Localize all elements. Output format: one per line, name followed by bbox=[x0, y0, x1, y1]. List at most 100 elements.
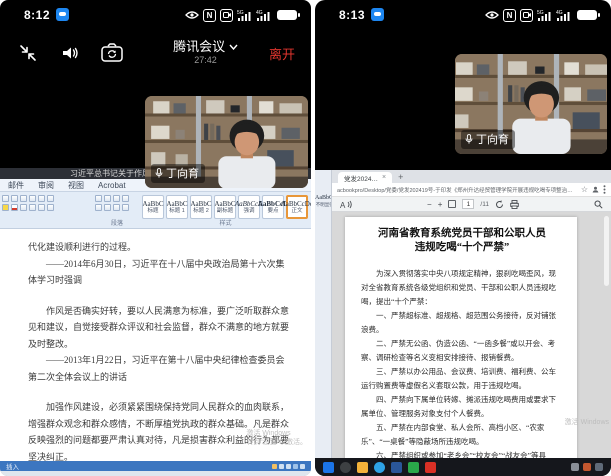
pdf-app-icon[interactable] bbox=[425, 462, 436, 473]
menu-dots-icon[interactable] bbox=[603, 185, 606, 194]
speaker-icon[interactable] bbox=[58, 41, 82, 65]
tray-icon[interactable] bbox=[595, 463, 603, 471]
clear-format-icon[interactable] bbox=[47, 195, 54, 202]
pdf-viewport[interactable]: 河南省教育系统党员干部和公职人员 违规吃喝“十个严禁” 为深入贯彻落实中央八项规… bbox=[332, 212, 611, 458]
pdf-page-controls: − + 1 /11 bbox=[352, 199, 594, 209]
clock-time: 8:12 bbox=[24, 8, 50, 22]
minimize-meeting-icon[interactable] bbox=[16, 41, 40, 65]
font-group bbox=[2, 194, 92, 228]
change-case-icon[interactable] bbox=[20, 195, 27, 202]
line-spacing-icon[interactable] bbox=[122, 204, 129, 211]
char-border-icon[interactable] bbox=[38, 195, 45, 202]
shrink-font-icon[interactable] bbox=[11, 195, 18, 202]
activate-windows-watermark: 激活 Windows 转到“设置”以激活。 bbox=[246, 429, 307, 447]
rotate-icon[interactable] bbox=[495, 200, 504, 209]
align-center-icon[interactable] bbox=[104, 204, 111, 211]
nfc-icon: N bbox=[503, 9, 516, 22]
style-heading2[interactable]: AaBbC标题 2 bbox=[190, 195, 212, 219]
participant-video-thumbnail[interactable]: 丁向育 bbox=[145, 96, 308, 188]
align-left-icon[interactable] bbox=[95, 204, 102, 211]
switch-camera-icon[interactable] bbox=[100, 41, 124, 65]
superscript-icon[interactable] bbox=[38, 204, 45, 211]
enclose-char-icon[interactable] bbox=[29, 204, 36, 211]
leave-meeting-button[interactable]: 离开 bbox=[269, 44, 295, 63]
tray-icon[interactable] bbox=[583, 463, 591, 471]
pdf-paragraph: 为深入贯彻落实中央八项规定精神，狠刹吃喝歪风，现对全省教育系统各级党组织和党员、… bbox=[361, 267, 563, 309]
pdf-title-line1: 河南省教育系统党员干部和公职人员 bbox=[361, 227, 563, 241]
participant-video-thumbnail[interactable]: 丁向育 bbox=[455, 54, 607, 154]
meeting-title-block[interactable]: 腾讯会议 27:42 bbox=[142, 40, 269, 65]
print-icon[interactable] bbox=[510, 200, 519, 209]
sort-icon[interactable] bbox=[122, 195, 129, 202]
status-icons: N 5G 4G bbox=[185, 9, 297, 22]
pdf-paragraph: 二、严禁无公函、伪造公函、“一函多餐”或以开会、考察、调研检查等名义变相安排接待… bbox=[361, 337, 563, 365]
tab-mailings[interactable]: 邮件 bbox=[8, 180, 24, 191]
pdf-paragraph: 六、严禁组织或参加“老乡会”“校友会”“战友会”等具有“小圈子”性质的违规吃喝。 bbox=[361, 449, 563, 458]
background-word-window-sliver: AaBbC 不明显强调 bbox=[315, 170, 332, 458]
style-subtitle[interactable]: AaBbC副标题 bbox=[214, 195, 236, 219]
taskbar-search-icon[interactable] bbox=[340, 462, 351, 473]
view-zoom-controls[interactable] bbox=[272, 464, 305, 469]
bookmark-star-icon[interactable]: ☆ bbox=[581, 186, 588, 194]
style-heading1[interactable]: AaBbC标题 1 bbox=[166, 195, 188, 219]
signal-4g-icon: 4G bbox=[556, 9, 571, 22]
meeting-timer: 27:42 bbox=[142, 55, 269, 65]
battery-icon bbox=[277, 10, 297, 20]
app-title: 腾讯会议 bbox=[173, 39, 225, 54]
zoom-in-button[interactable]: + bbox=[438, 200, 443, 209]
signal-5g-icon: 5G bbox=[537, 9, 552, 22]
edge-browser-icon[interactable] bbox=[374, 462, 385, 473]
left-phone-screenshot: 8:12 N 5G 4G bbox=[0, 0, 311, 476]
align-right-icon[interactable] bbox=[113, 204, 120, 211]
profile-icon[interactable] bbox=[592, 186, 599, 193]
tray-icon[interactable] bbox=[571, 463, 579, 471]
new-tab-button[interactable]: + bbox=[398, 172, 403, 183]
tab-view[interactable]: 视图 bbox=[68, 180, 84, 191]
subscript-icon[interactable] bbox=[47, 204, 54, 211]
status-left: 8:13 bbox=[339, 6, 384, 24]
folder-icon[interactable] bbox=[357, 462, 368, 473]
highlight-color-icon[interactable] bbox=[2, 204, 9, 211]
word-document-page[interactable]: 代化建设顺利进行的过程。 ——2014年6月30日，习近平在十八届中央政治局第十… bbox=[0, 229, 311, 461]
signal-5g-icon: 5G bbox=[237, 9, 252, 22]
shared-screen-word: 习近平总书记关于作风建设的重要论述 邮件 审阅 视图 Acrobat bbox=[0, 168, 311, 476]
doc-paragraph bbox=[28, 385, 293, 399]
page-number-input[interactable]: 1 bbox=[462, 199, 474, 209]
word-app-icon[interactable] bbox=[391, 462, 402, 473]
word-status-bar: 插入 bbox=[0, 461, 311, 471]
style-normal-selected[interactable]: AaBbCcDd正文 bbox=[286, 195, 308, 219]
pdf-scrollbar[interactable] bbox=[604, 216, 609, 286]
bullets-icon[interactable] bbox=[95, 195, 102, 202]
wechat-app-icon[interactable] bbox=[408, 462, 419, 473]
numbering-icon[interactable] bbox=[104, 195, 111, 202]
style-heading[interactable]: AaBbC标题 bbox=[142, 195, 164, 219]
tab-acrobat[interactable]: Acrobat bbox=[98, 181, 126, 190]
doc-paragraph: ——2013年1月22日，习近平在第十八届中央纪律检查委员会第二次全体会议上的讲… bbox=[28, 352, 293, 385]
style-emphasis[interactable]: AaBbCcD强调 bbox=[238, 195, 260, 219]
chevron-down-icon bbox=[229, 44, 238, 50]
grow-font-icon[interactable] bbox=[2, 195, 9, 202]
activate-windows-watermark: 激活 Windows bbox=[565, 417, 609, 427]
pdf-title-line2: 违规吃喝“十个严禁” bbox=[361, 241, 563, 255]
close-tab-icon[interactable]: × bbox=[382, 174, 386, 181]
paragraph-group: 段落 bbox=[95, 194, 139, 228]
fit-page-icon[interactable] bbox=[448, 200, 456, 208]
svg-text:4G: 4G bbox=[556, 10, 563, 16]
browser-tab-active[interactable]: 党发2024… × bbox=[338, 172, 392, 183]
font-color-icon[interactable] bbox=[11, 204, 18, 211]
phonetic-guide-icon[interactable] bbox=[29, 195, 36, 202]
char-shading-icon[interactable] bbox=[20, 204, 27, 211]
word-ribbon: 段落 AaBbC标题 AaBbC标题 1 AaBbC标题 2 AaBbC副标题 … bbox=[0, 192, 311, 229]
zoom-out-button[interactable]: − bbox=[427, 200, 432, 209]
pdf-search-icon[interactable] bbox=[594, 200, 603, 209]
indent-icon[interactable] bbox=[113, 195, 120, 202]
address-url[interactable]: acbookpro/Desktop/党委/党发202419号-于印发《郑州升达经… bbox=[337, 186, 577, 194]
tab-review[interactable]: 审阅 bbox=[38, 180, 54, 191]
chat-notification-icon bbox=[371, 8, 384, 21]
browser-window: 党发2024… × + acbookpro/Desktop/党委/党发20241… bbox=[332, 170, 611, 458]
doc-paragraph: 代化建设顺利进行的过程。 bbox=[28, 239, 293, 256]
nfc-icon: N bbox=[203, 9, 216, 22]
start-button-icon[interactable] bbox=[323, 462, 334, 473]
browser-address-bar[interactable]: acbookpro/Desktop/党委/党发202419号-于印发《郑州升达经… bbox=[332, 183, 611, 197]
read-aloud-icon[interactable]: A bbox=[340, 200, 352, 209]
